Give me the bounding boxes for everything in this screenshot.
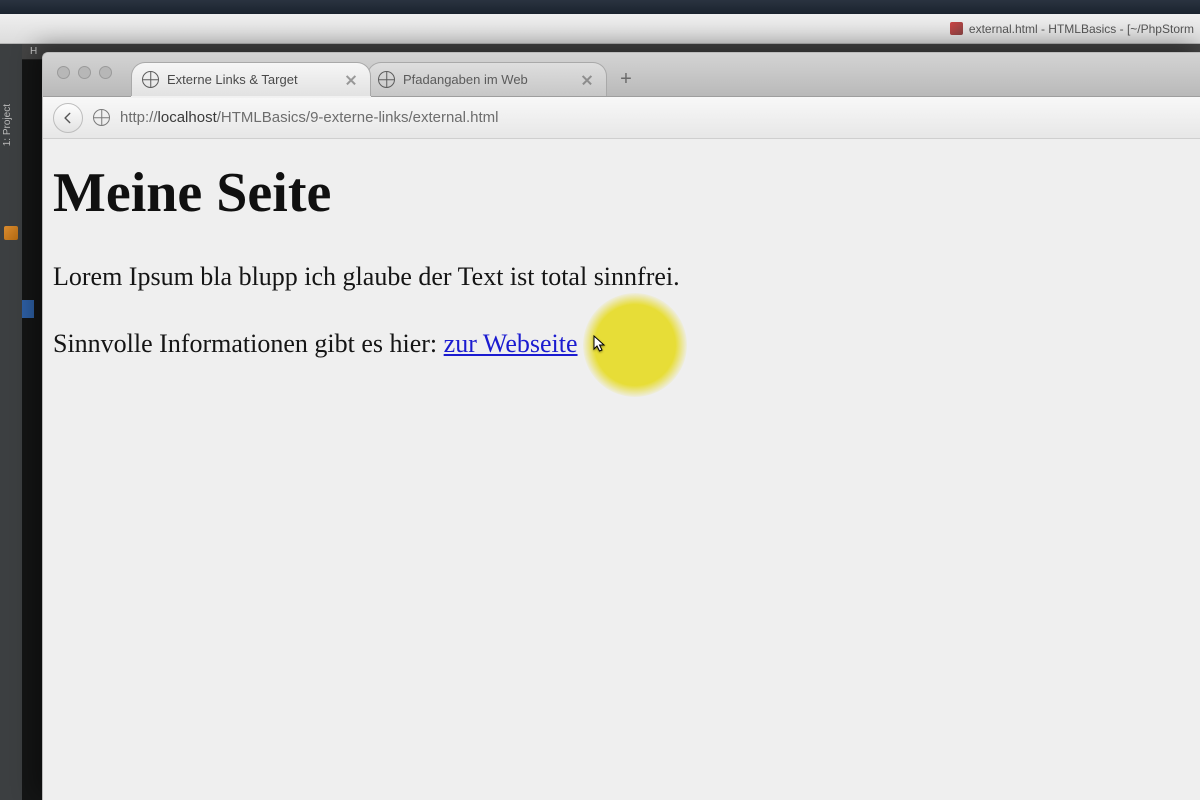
new-tab-button[interactable]: + — [611, 64, 641, 94]
page-heading: Meine Seite — [53, 161, 1190, 225]
tab-strip: Externe Links & Target Pfadangaben im We… — [131, 53, 641, 96]
address-bar[interactable]: http://localhost/HTMLBasics/9-externe-li… — [120, 104, 1190, 132]
paragraph2-prefix: Sinnvolle Informationen gibt es hier: — [53, 329, 444, 358]
page-viewport: Meine Seite Lorem Ipsum bla blupp ich gl… — [43, 139, 1200, 800]
window-close-dot[interactable] — [57, 66, 70, 79]
external-link[interactable]: zur Webseite — [444, 329, 578, 358]
background-ide-title: external.html - HTMLBasics - [~/PhpStorm — [969, 22, 1194, 36]
background-ide-tool-rail: 1: Project — [0, 44, 22, 800]
background-ide-titlebar: external.html - HTMLBasics - [~/PhpStorm — [0, 14, 1200, 44]
page-paragraph-2: Sinnvolle Informationen gibt es hier: zu… — [53, 326, 1190, 361]
window-controls[interactable] — [57, 66, 112, 79]
background-ide-breadcrumb-text: H — [30, 46, 37, 57]
chevron-left-icon — [61, 111, 75, 125]
page-paragraph-1: Lorem Ipsum bla blupp ich glaube der Tex… — [53, 259, 1190, 294]
browser-tab-inactive[interactable]: Pfadangaben im Web — [367, 62, 607, 96]
close-icon[interactable] — [580, 73, 594, 87]
globe-icon — [378, 71, 395, 88]
url-host: localhost — [158, 109, 217, 126]
phpstorm-icon — [950, 22, 963, 35]
background-ide-project-label: 1: Project — [2, 104, 13, 146]
back-button[interactable] — [53, 103, 83, 133]
close-icon[interactable] — [344, 73, 358, 87]
tab-title: Externe Links & Target — [167, 72, 336, 87]
url-path: /HTMLBasics/9-externe-links/external.htm… — [217, 109, 499, 126]
url-scheme: http:// — [120, 109, 158, 126]
globe-icon — [142, 71, 159, 88]
window-minimize-dot[interactable] — [78, 66, 91, 79]
browser-tabbar: Externe Links & Target Pfadangaben im We… — [43, 53, 1200, 97]
background-ide-tool-icon — [4, 226, 18, 240]
background-desktop-strip — [0, 0, 1200, 14]
background-ide-selection — [22, 300, 34, 318]
globe-icon — [93, 109, 110, 126]
browser-tab-active[interactable]: Externe Links & Target — [131, 62, 371, 96]
browser-toolbar: http://localhost/HTMLBasics/9-externe-li… — [43, 97, 1200, 139]
browser-window: Externe Links & Target Pfadangaben im We… — [42, 52, 1200, 800]
tab-title: Pfadangaben im Web — [403, 72, 572, 87]
window-zoom-dot[interactable] — [99, 66, 112, 79]
